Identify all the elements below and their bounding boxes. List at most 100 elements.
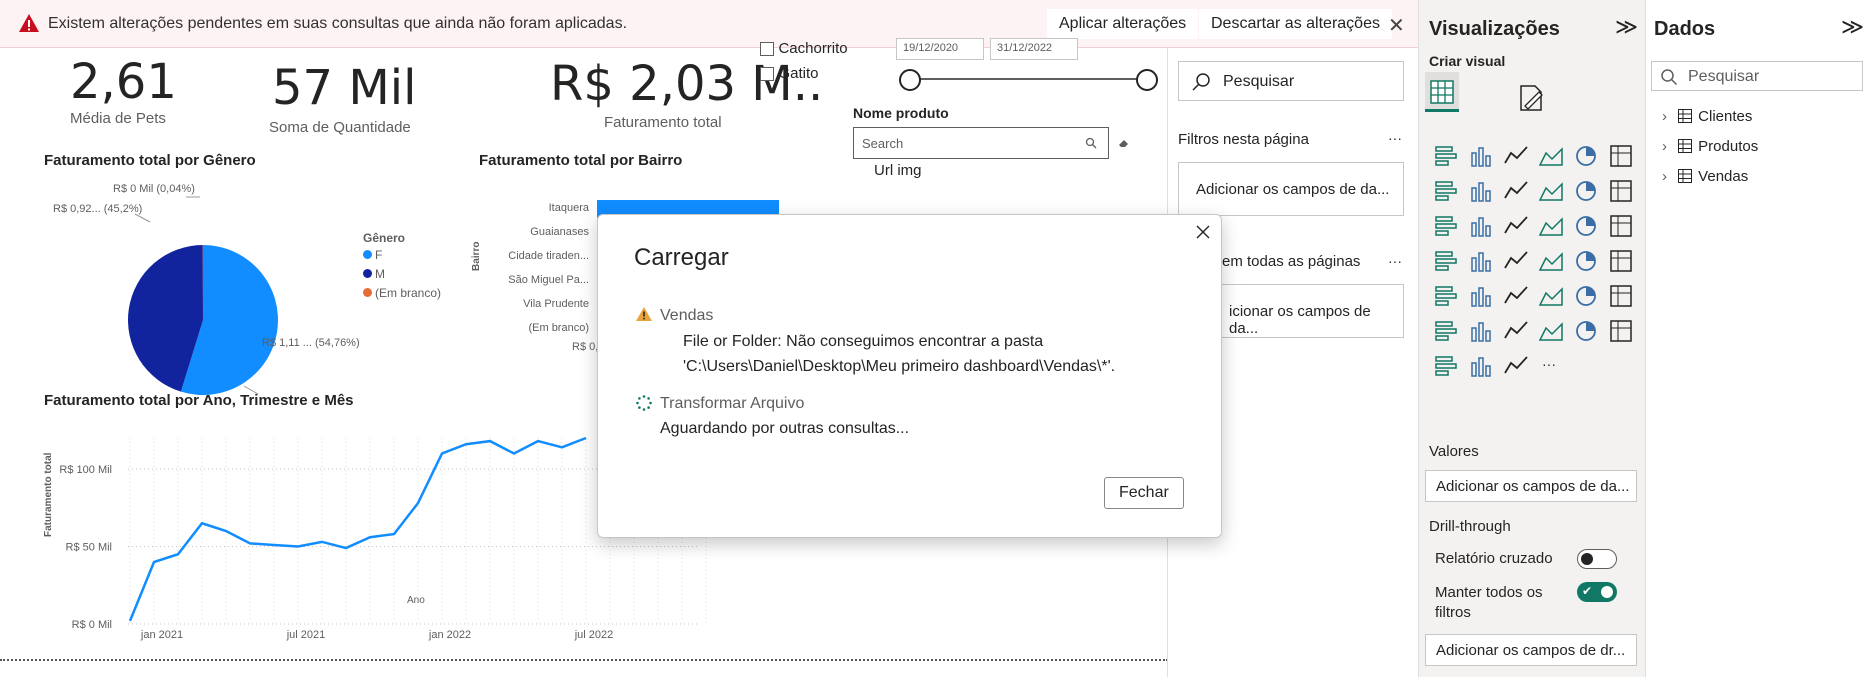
cross-report-label: Relatório cruzado — [1435, 550, 1553, 567]
warning-icon — [636, 307, 652, 321]
data-title: Dados — [1654, 18, 1716, 40]
x-tick-label: jan 2021 — [140, 629, 183, 641]
more-options-icon[interactable]: ··· — [1388, 253, 1402, 269]
collapse-pane-icon[interactable]: ≫ — [1841, 14, 1864, 40]
visual-type-icon[interactable] — [1538, 283, 1564, 309]
chevron-right-icon: › — [1662, 138, 1667, 155]
visual-type-icon[interactable] — [1468, 178, 1494, 204]
y-tick-label: R$ 50 Mil — [66, 542, 112, 554]
checkbox[interactable] — [760, 41, 774, 56]
close-button[interactable]: Fechar — [1104, 477, 1184, 509]
visual-type-icon[interactable] — [1573, 318, 1599, 344]
svg-text:···: ··· — [1542, 356, 1556, 372]
visual-type-icon[interactable] — [1468, 318, 1494, 344]
table-item-vendas[interactable]: › Vendas — [1662, 168, 1758, 198]
bar-category-label: Vila Prudente — [523, 298, 589, 310]
product-search-input[interactable]: Search — [853, 127, 1109, 159]
pie-chart-title: Faturamento total por Gênero — [44, 152, 256, 169]
keep-filters-label: Manter todos os — [1435, 584, 1543, 601]
visual-type-icon[interactable] — [1503, 213, 1529, 239]
filters-search-input[interactable]: Pesquisar — [1178, 61, 1404, 101]
visual-type-icon[interactable] — [1503, 178, 1529, 204]
keep-filters-label-2: filtros — [1435, 604, 1471, 621]
keep-filters-toggle[interactable]: ✔ — [1577, 582, 1617, 602]
data-search-input[interactable]: Pesquisar — [1651, 61, 1863, 91]
apply-changes-button[interactable]: Aplicar alterações — [1047, 9, 1199, 39]
visual-type-icon[interactable] — [1503, 353, 1529, 379]
visual-type-icon[interactable] — [1608, 318, 1634, 344]
visual-type-icon[interactable] — [1608, 248, 1634, 274]
visual-type-icon[interactable] — [1433, 213, 1459, 239]
cross-report-toggle[interactable] — [1577, 549, 1617, 569]
page-boundary — [0, 659, 1168, 661]
legend-item[interactable]: M — [363, 267, 441, 286]
table-item-clientes[interactable]: › Clientes — [1662, 108, 1758, 138]
visual-type-icon[interactable] — [1468, 143, 1494, 169]
visual-type-icon[interactable] — [1503, 143, 1529, 169]
visual-type-icon[interactable] — [1433, 283, 1459, 309]
slicer-option[interactable]: Gatito — [760, 65, 818, 83]
y-tick-label: R$ 100 Mil — [59, 464, 112, 476]
checkbox[interactable] — [760, 66, 774, 81]
date-end-input[interactable]: 31/12/2022 — [990, 38, 1078, 60]
visual-type-icon[interactable] — [1538, 143, 1564, 169]
visualizations-pane: Visualizações ≫ Criar visual ··· Valores… — [1418, 0, 1645, 677]
visual-type-icon[interactable] — [1503, 283, 1529, 309]
add-page-filter-field[interactable]: Adicionar os campos de da... — [1178, 162, 1404, 216]
pie-data-label: R$ 1,11 ... (54,76%) — [262, 337, 360, 349]
x-tick-label: jul 2022 — [574, 629, 614, 641]
visual-type-icon[interactable] — [1468, 248, 1494, 274]
close-icon[interactable] — [1195, 224, 1211, 240]
pie-data-label: R$ 0 Mil (0,04%) — [113, 183, 195, 195]
visual-type-icon[interactable] — [1573, 248, 1599, 274]
slicer-option[interactable]: Cachorrito — [760, 40, 848, 58]
legend-item[interactable]: F — [363, 248, 441, 267]
visual-type-icon[interactable] — [1573, 283, 1599, 309]
visual-type-icon[interactable] — [1468, 283, 1494, 309]
visual-type-icon[interactable] — [1538, 318, 1564, 344]
visual-type-icon[interactable] — [1608, 213, 1634, 239]
more-options-icon[interactable]: ··· — [1388, 130, 1402, 146]
values-section-title: Valores — [1429, 443, 1479, 460]
date-slider-end-handle[interactable] — [1136, 69, 1158, 91]
values-drop-zone[interactable]: Adicionar os campos de da... — [1425, 470, 1637, 502]
visual-type-icon[interactable] — [1573, 213, 1599, 239]
visual-type-icon[interactable] — [1573, 178, 1599, 204]
load-dialog: Carregar Vendas File or Folder: Não cons… — [597, 214, 1222, 538]
visual-type-icon[interactable] — [1503, 318, 1529, 344]
visual-type-icon[interactable]: ··· — [1538, 353, 1564, 379]
visual-type-icon[interactable] — [1468, 213, 1494, 239]
collapse-pane-icon[interactable]: ≫ — [1615, 14, 1638, 40]
date-slider-start-handle[interactable] — [899, 69, 921, 91]
y-tick-label: R$ 0 Mil — [72, 619, 112, 631]
url-img-item[interactable]: Url img — [874, 162, 922, 179]
format-visual-icon[interactable] — [1515, 82, 1547, 114]
visual-type-icon[interactable] — [1433, 143, 1459, 169]
drill-through-drop-zone[interactable]: Adicionar os campos de dr... — [1425, 634, 1637, 666]
visual-type-icon[interactable] — [1433, 318, 1459, 344]
visual-type-icon[interactable] — [1433, 178, 1459, 204]
build-visual-tab[interactable] — [1425, 72, 1459, 112]
discard-changes-button[interactable]: Descartar as alterações — [1199, 9, 1392, 39]
visual-type-icon[interactable] — [1538, 213, 1564, 239]
line-x-axis-label: Ano — [407, 595, 425, 606]
visual-type-icon[interactable] — [1433, 353, 1459, 379]
visual-type-icon[interactable] — [1538, 178, 1564, 204]
date-start-input[interactable]: 19/12/2020 — [896, 38, 984, 60]
visual-type-icon[interactable] — [1538, 248, 1564, 274]
legend-item[interactable]: (Em branco) — [363, 286, 441, 305]
all-pages-filters-title: em todas as páginas — [1222, 253, 1361, 270]
visual-type-icon[interactable] — [1468, 353, 1494, 379]
pending-changes-message: Existem alterações pendentes em suas con… — [48, 15, 628, 32]
visual-type-icon[interactable] — [1608, 178, 1634, 204]
visual-type-icon[interactable] — [1433, 248, 1459, 274]
visual-type-icon[interactable] — [1608, 283, 1634, 309]
data-table-list: › Clientes › Produtos › Vendas — [1662, 108, 1758, 198]
table-item-produtos[interactable]: › Produtos — [1662, 138, 1758, 168]
eraser-icon[interactable] — [1117, 135, 1131, 149]
visual-type-icon[interactable] — [1573, 143, 1599, 169]
visual-type-icon[interactable] — [1503, 248, 1529, 274]
visual-type-icon[interactable] — [1608, 143, 1634, 169]
close-bar-icon[interactable]: ✕ — [1388, 13, 1405, 38]
search-icon — [1192, 73, 1210, 91]
